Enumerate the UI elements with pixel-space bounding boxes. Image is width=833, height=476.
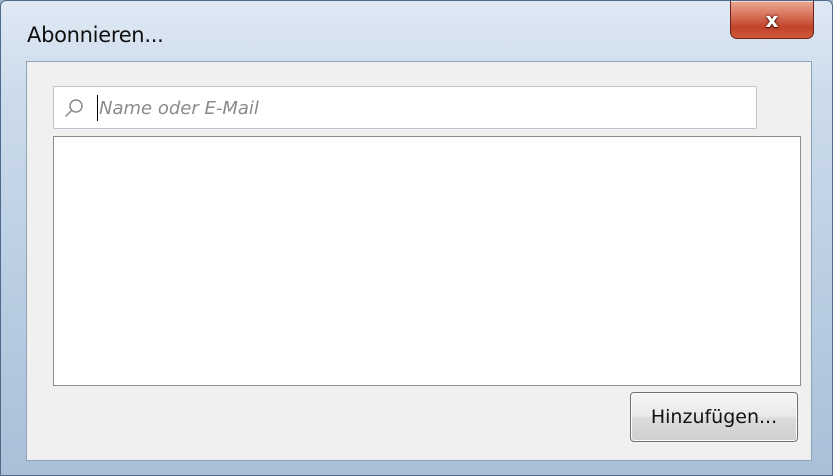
close-icon: x	[765, 7, 779, 32]
results-list[interactable]	[53, 136, 801, 386]
search-icon	[65, 99, 83, 117]
window-title: Abonnieren...	[27, 23, 164, 47]
dialog-content: Hinzufügen...	[26, 61, 812, 461]
search-box[interactable]	[53, 86, 757, 129]
title-bar[interactable]: Abonnieren... x	[1, 1, 832, 59]
close-button[interactable]: x	[730, 1, 814, 39]
add-button[interactable]: Hinzufügen...	[630, 392, 798, 442]
subscribe-dialog: Abonnieren... x Hinzufügen...	[0, 0, 833, 476]
search-input[interactable]	[99, 91, 739, 125]
text-caret	[97, 95, 98, 121]
